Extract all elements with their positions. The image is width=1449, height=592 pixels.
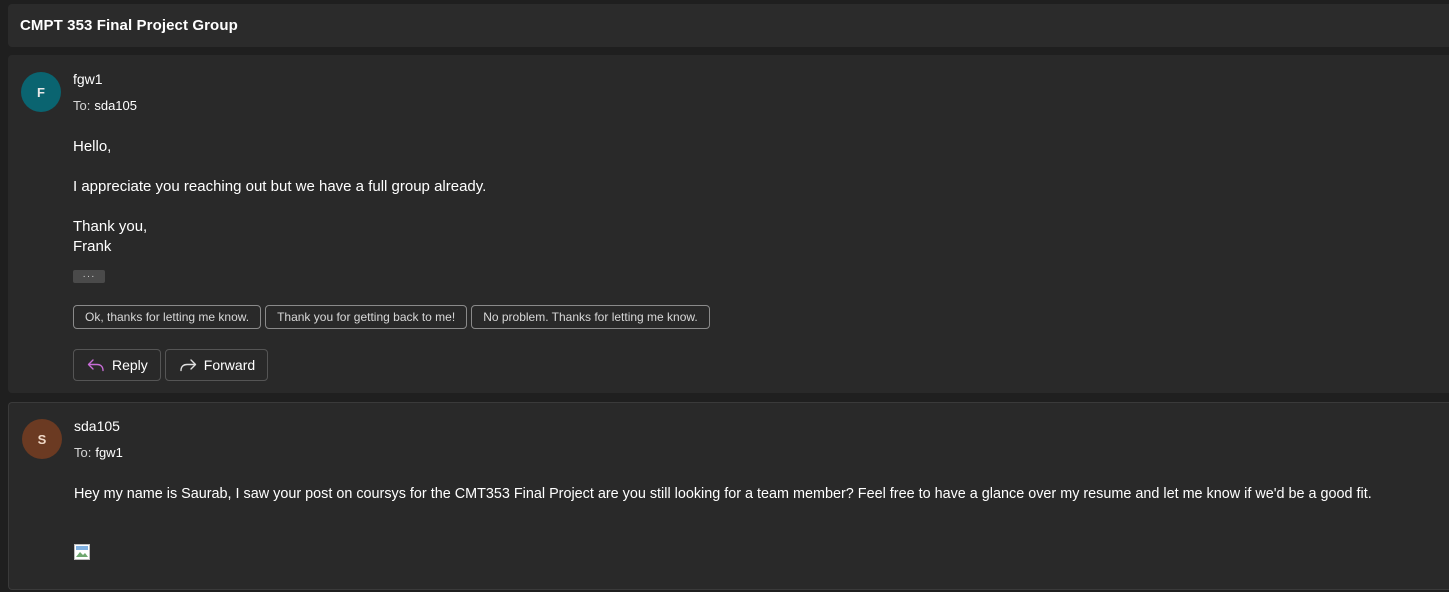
forward-button[interactable]: Forward xyxy=(164,349,269,381)
suggested-replies: Ok, thanks for letting me know. Thank yo… xyxy=(73,305,710,329)
subject-bar: CMPT 353 Final Project Group xyxy=(8,4,1449,47)
forward-icon xyxy=(180,359,196,372)
message-body: Hey my name is Saurab, I saw your post o… xyxy=(74,486,1372,502)
sender-name[interactable]: fgw1 xyxy=(73,71,103,87)
message-signoff: Thank you, xyxy=(73,218,148,235)
recipient-line: To: sda105 xyxy=(73,98,137,113)
thread-subject: CMPT 353 Final Project Group xyxy=(20,17,238,34)
sender-name[interactable]: sda105 xyxy=(74,418,120,434)
message-card-sda105[interactable]: S sda105 To: fgw1 Hey my name is Saurab, … xyxy=(8,402,1449,590)
broken-image-icon[interactable] xyxy=(74,544,90,560)
more-dots: ··· xyxy=(82,270,96,282)
recipient-name[interactable]: sda105 xyxy=(94,98,137,113)
suggested-reply-1[interactable]: Ok, thanks for letting me know. xyxy=(73,305,262,329)
sender-avatar[interactable]: S xyxy=(22,419,62,459)
forward-label: Forward xyxy=(203,357,256,373)
reply-icon xyxy=(87,359,104,372)
suggested-reply-3[interactable]: No problem. Thanks for letting me know. xyxy=(471,305,710,329)
message-signature: Frank xyxy=(73,238,112,255)
suggested-reply-2[interactable]: Thank you for getting back to me! xyxy=(265,305,468,329)
message-greeting: Hello, xyxy=(73,138,112,155)
message-card-fgw1[interactable]: F fgw1 To: sda105 Hello, I appreciate you… xyxy=(8,55,1449,393)
message-body: I appreciate you reaching out but we hav… xyxy=(73,178,487,195)
sender-avatar[interactable]: F xyxy=(21,72,61,112)
recipient-name[interactable]: fgw1 xyxy=(95,445,122,460)
reply-label: Reply xyxy=(112,357,148,373)
to-label: To: xyxy=(74,445,92,460)
recipient-line: To: fgw1 xyxy=(74,445,123,460)
reply-button[interactable]: Reply xyxy=(73,349,161,381)
avatar-initial: F xyxy=(37,84,45,100)
message-actions: Reply Forward xyxy=(73,349,269,381)
show-more-button[interactable]: ··· xyxy=(73,270,105,283)
to-label: To: xyxy=(73,98,91,113)
avatar-initial: S xyxy=(37,431,47,447)
